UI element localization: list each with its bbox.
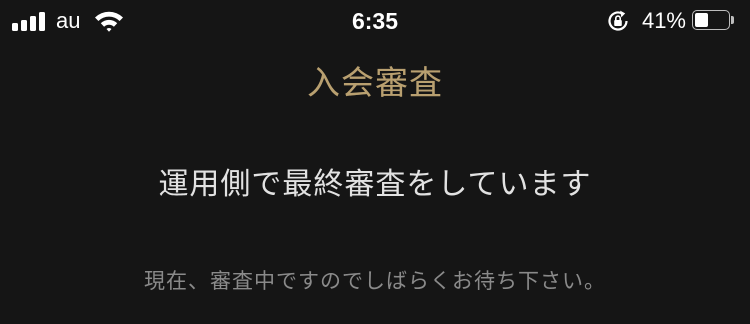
battery-percentage: 41% bbox=[641, 8, 686, 33]
battery-level bbox=[695, 13, 709, 27]
orientation-lock-icon bbox=[608, 10, 628, 31]
review-wait-note: 現在、審査中ですのでしばらくお待ち下さい。 bbox=[144, 269, 606, 293]
status-bar: au 6:35 41% bbox=[0, 0, 750, 42]
page-title: 入会審査 bbox=[307, 63, 443, 102]
battery-cap bbox=[731, 16, 734, 24]
status-right-group: 41% bbox=[606, 8, 736, 34]
review-status-message: 運用側で最終審査をしています bbox=[158, 167, 592, 202]
battery-icon bbox=[692, 10, 736, 32]
